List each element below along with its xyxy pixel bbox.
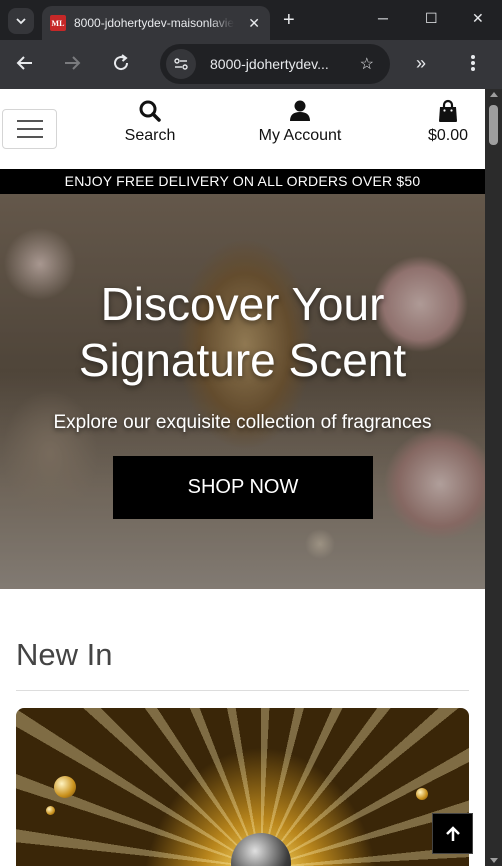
- hero-subtitle: Explore our exquisite collection of frag…: [53, 412, 432, 433]
- nav-cart[interactable]: $0.00: [422, 99, 474, 145]
- back-arrow-icon[interactable]: [15, 53, 35, 78]
- section-divider: [16, 690, 469, 691]
- nav-search[interactable]: Search: [120, 99, 180, 145]
- hero-overlay: [0, 194, 485, 589]
- hero-title-line-2: Signature Scent: [78, 334, 407, 386]
- tab-search-button[interactable]: [8, 8, 34, 34]
- maximize-icon[interactable]: ☐: [425, 10, 438, 27]
- gold-bubble: [416, 788, 428, 800]
- cart-total: $0.00: [427, 127, 469, 144]
- browser-tab-bar: ML 8000-jdohertydev-maisonlavie ✕ + ─ ☐ …: [0, 0, 502, 40]
- nav-my-account-label: My Account: [258, 127, 342, 144]
- shopping-bag-icon: [439, 99, 457, 122]
- browser-tab[interactable]: ML 8000-jdohertydev-maisonlavie ✕: [42, 6, 270, 40]
- site-info-icon[interactable]: [166, 49, 196, 79]
- gold-bubble: [54, 776, 76, 798]
- back-to-top-button[interactable]: [432, 813, 473, 854]
- product-card-image[interactable]: [16, 708, 469, 866]
- hero-banner: Discover Your Signature Scent Explore ou…: [0, 194, 485, 589]
- browser-toolbar: 8000-jdohertydev... ☆ »: [0, 40, 502, 89]
- menu-toggle-button[interactable]: [2, 109, 57, 149]
- extensions-chevron-icon[interactable]: »: [416, 53, 426, 74]
- hamburger-line: [16, 128, 43, 130]
- chevron-down-icon: [16, 18, 26, 25]
- site-favicon: ML: [50, 15, 66, 31]
- web-page: Search My Account $0.00 ENJOY FREE DELIV…: [0, 89, 485, 866]
- hamburger-line: [16, 120, 43, 122]
- scroll-down-arrow[interactable]: [490, 858, 498, 863]
- hero-title: Discover Your Signature Scent: [0, 276, 485, 388]
- url-text: 8000-jdohertydev...: [210, 56, 329, 72]
- arrow-up-icon: [445, 825, 460, 841]
- minimize-icon[interactable]: ─: [378, 10, 388, 26]
- window-close-icon[interactable]: ✕: [472, 10, 484, 27]
- nav-my-account[interactable]: My Account: [255, 99, 345, 145]
- address-bar[interactable]: 8000-jdohertydev... ☆: [160, 44, 390, 84]
- scrollbar-thumb[interactable]: [489, 105, 498, 145]
- scroll-up-arrow[interactable]: [490, 92, 498, 97]
- user-icon: [290, 100, 310, 121]
- kebab-menu-icon[interactable]: [470, 53, 476, 78]
- forward-arrow-icon[interactable]: [62, 53, 82, 78]
- hero-title-line-1: Discover Your: [100, 278, 385, 330]
- promo-banner: ENJOY FREE DELIVERY ON ALL ORDERS OVER $…: [0, 169, 485, 194]
- section-title: New In: [16, 637, 113, 672]
- tab-title: 8000-jdohertydev-maisonlavie: [74, 16, 234, 30]
- page-scrollbar[interactable]: [485, 89, 502, 866]
- gold-bubble: [46, 806, 55, 815]
- tab-close-icon[interactable]: ✕: [248, 15, 260, 32]
- bookmark-star-icon[interactable]: ☆: [360, 54, 374, 74]
- nav-search-label: Search: [124, 127, 176, 144]
- site-header: Search My Account $0.00: [0, 89, 485, 169]
- reload-icon[interactable]: [111, 53, 131, 78]
- search-icon: [139, 100, 161, 122]
- hamburger-line: [16, 136, 43, 138]
- new-tab-icon[interactable]: +: [283, 9, 295, 32]
- shop-now-button[interactable]: SHOP NOW: [113, 456, 373, 519]
